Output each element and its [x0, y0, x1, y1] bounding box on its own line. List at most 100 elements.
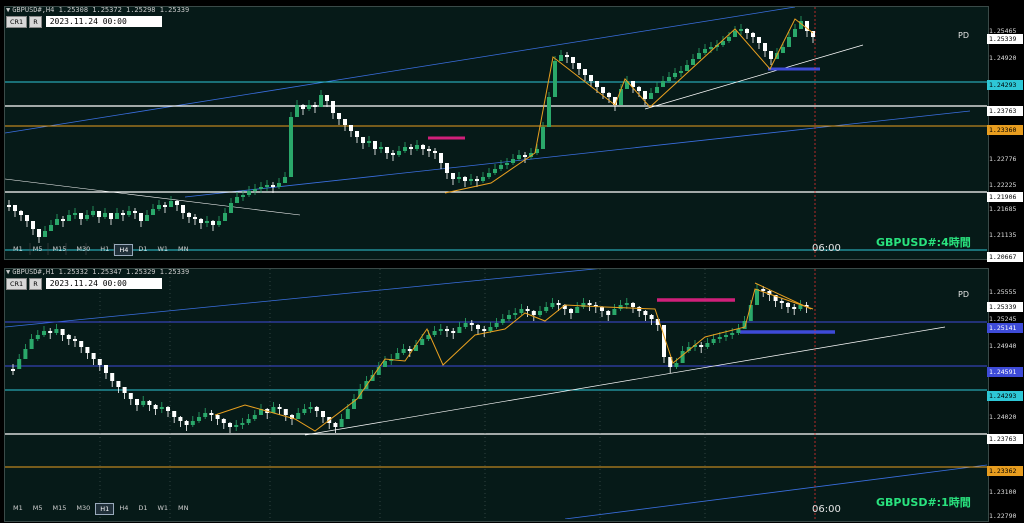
candle-body: [91, 353, 96, 359]
time-label: 06:00: [812, 504, 841, 515]
timeframe-h1[interactable]: H1: [95, 244, 114, 254]
candle-body: [457, 177, 461, 179]
candle-body: [19, 211, 23, 215]
candle-body: [619, 89, 623, 105]
candle-body: [361, 137, 365, 143]
candle-body: [61, 219, 65, 221]
timeframe-h1[interactable]: H1: [95, 503, 115, 515]
timeframe-h4[interactable]: H4: [114, 503, 133, 513]
candle-body: [379, 147, 383, 149]
candle-body: [211, 221, 215, 225]
timeframe-mn[interactable]: MN: [173, 244, 193, 254]
channel-lower-line: [184, 110, 971, 198]
candle-body: [383, 361, 387, 367]
candle-body: [643, 311, 648, 315]
candle-body: [345, 409, 350, 419]
candle-body: [451, 331, 456, 333]
candle-body: [135, 399, 139, 405]
candle-body: [184, 421, 189, 425]
date-input[interactable]: 2023.11.24 00:00: [45, 16, 162, 27]
candle-body: [507, 315, 511, 319]
timeframe-m1[interactable]: M1: [8, 503, 28, 513]
candle-body: [109, 213, 113, 219]
cr-button[interactable]: CR1: [6, 277, 28, 290]
collapse-triangle-icon[interactable]: ▼: [6, 6, 10, 14]
pd-label: PD: [958, 290, 969, 299]
chart-panel-h1[interactable]: ▼ GBPUSD#,H1 1.25332 1.25347 1.25329 1.25…: [0, 262, 1024, 523]
candle-body: [395, 353, 400, 359]
candle-body: [469, 323, 474, 325]
candle-body: [25, 215, 29, 221]
timeframe-m30[interactable]: M30: [71, 244, 95, 254]
candle-body: [751, 33, 755, 37]
candle-body: [637, 307, 642, 311]
candle-body: [469, 179, 473, 181]
price-label: 1.21135: [989, 231, 1017, 239]
collapse-triangle-icon[interactable]: ▼: [6, 268, 10, 276]
chart-title: GBPUSD#:4時間: [876, 236, 971, 249]
chart-panel-h4[interactable]: ▼ GBPUSD#,H4 1.25308 1.25372 1.25298 1.25…: [0, 0, 1024, 262]
timeframe-h4[interactable]: H4: [114, 244, 134, 256]
candle-body: [748, 305, 753, 321]
timeframe-m30[interactable]: M30: [71, 503, 95, 513]
candle-body: [221, 419, 226, 423]
candle-body: [133, 211, 137, 213]
timeframe-m15[interactable]: M15: [48, 244, 72, 254]
candle-body: [205, 221, 209, 223]
candle-body: [569, 309, 573, 313]
candle-body: [761, 289, 766, 291]
candle-body: [104, 365, 108, 373]
timeframe-d1[interactable]: D1: [133, 244, 152, 254]
candle-body: [97, 359, 102, 365]
r-button[interactable]: R: [29, 277, 42, 290]
candle-body: [624, 303, 629, 305]
timeframe-m5[interactable]: M5: [28, 503, 48, 513]
candle-body: [141, 401, 146, 405]
candle-body: [159, 407, 164, 409]
price-label: 1.24940: [989, 342, 1017, 350]
candle-body: [23, 349, 28, 359]
candle-body: [7, 205, 11, 207]
candle-body: [163, 205, 167, 207]
candle-body: [115, 213, 119, 219]
candle-body: [17, 359, 22, 369]
candle-body: [415, 145, 419, 149]
candle-body: [235, 197, 239, 203]
candle-body: [649, 93, 653, 99]
candle-body: [54, 329, 59, 333]
candle-body: [407, 349, 412, 351]
timeframe-m15[interactable]: M15: [48, 503, 72, 513]
candle-body: [661, 81, 665, 87]
candle-body: [55, 219, 59, 225]
candle-body: [513, 313, 518, 315]
candle-body: [203, 413, 208, 417]
candle-body: [172, 411, 177, 417]
timeframe-w1[interactable]: W1: [152, 503, 173, 513]
candle-body: [691, 59, 695, 65]
date-input[interactable]: 2023.11.24 00:00: [45, 278, 162, 289]
candle-body: [703, 49, 707, 53]
candle-body: [331, 101, 335, 113]
timeframe-w1[interactable]: W1: [152, 244, 173, 254]
candle-body: [547, 97, 551, 127]
timeframe-d1[interactable]: D1: [133, 503, 152, 513]
price-plot-h1[interactable]: [5, 269, 987, 519]
candle-body: [674, 363, 679, 367]
cr-button[interactable]: CR1: [6, 15, 28, 28]
candle-body: [127, 211, 131, 215]
time-label: 06:00: [812, 243, 841, 254]
timeframe-m5[interactable]: M5: [28, 244, 48, 254]
candle-body: [438, 329, 443, 331]
candle-body: [463, 323, 468, 327]
candle-body: [739, 29, 743, 31]
candle-body: [463, 177, 467, 181]
candle-body: [607, 93, 611, 97]
candle-body: [519, 309, 524, 313]
candle-body: [42, 331, 46, 335]
price-plot-h4[interactable]: [5, 7, 987, 257]
timeframe-mn[interactable]: MN: [173, 503, 193, 513]
candle-body: [308, 407, 313, 409]
candle-body: [745, 29, 749, 33]
timeframe-m1[interactable]: M1: [8, 244, 28, 254]
r-button[interactable]: R: [29, 15, 42, 28]
